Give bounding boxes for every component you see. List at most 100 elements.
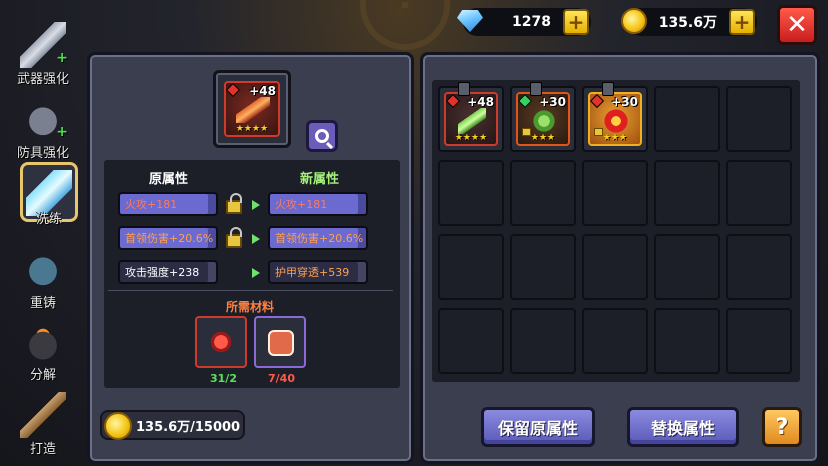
inventory-item: +48 ★★★★ xyxy=(444,92,498,146)
crossbow-icon xyxy=(458,108,486,134)
new-attribute-1: 火攻+181 xyxy=(268,192,368,216)
quality-gem-icon xyxy=(225,82,241,98)
inventory-slot[interactable]: +30 ★★★ xyxy=(510,82,576,152)
equipped-tag-icon xyxy=(458,82,470,96)
inventory-slot[interactable] xyxy=(654,234,720,300)
arrow-right-icon xyxy=(252,234,260,244)
item-level: +30 xyxy=(539,95,566,109)
item-stars: ★★★ xyxy=(530,133,556,143)
red-crystal-icon xyxy=(268,330,294,356)
sun-shield-icon xyxy=(602,108,630,134)
inventory-slot[interactable] xyxy=(726,160,792,226)
original-attributes-title: 原属性 xyxy=(149,172,189,187)
gold-coin-icon xyxy=(619,6,649,36)
sidebar-item-armor-upgrade[interactable]: + 防具强化 xyxy=(4,94,82,172)
hammer-icon xyxy=(20,392,66,438)
inventory-slot[interactable]: +30 ★★★ xyxy=(582,82,648,152)
dragon-weapon-icon xyxy=(530,108,558,134)
original-attribute-1: 火攻+181 xyxy=(118,192,218,216)
crossbow-icon xyxy=(236,97,270,123)
add-gems-button[interactable]: + xyxy=(563,9,589,35)
inventory-slot[interactable] xyxy=(654,160,720,226)
cauldron-icon xyxy=(20,318,66,364)
sidebar-item-label: 洗练 xyxy=(35,212,62,227)
add-gold-button[interactable]: + xyxy=(729,9,755,35)
gem-amount: 1278 xyxy=(512,14,551,30)
selected-item-card: +48 ★★★★ xyxy=(224,81,280,137)
sidebar: + 武器强化 + 防具强化 洗练 重铸 分解 打造 xyxy=(0,20,84,466)
material-count-2: 7/40 xyxy=(268,372,295,385)
gold-coin-icon xyxy=(104,412,132,440)
inventory-slot[interactable] xyxy=(510,160,576,226)
new-attribute-3: 护甲穿透+539 xyxy=(268,260,368,284)
replace-attributes-button[interactable]: 替换属性 xyxy=(627,407,739,447)
close-button[interactable]: ✕ xyxy=(777,5,817,45)
item-level: +48 xyxy=(249,84,276,98)
sidebar-item-weapon-upgrade[interactable]: + 武器强化 xyxy=(4,20,82,98)
new-attribute-2: 首领伤害+20.6% xyxy=(268,226,368,250)
selected-item-slot[interactable]: +48 ★★★★ xyxy=(213,70,291,148)
inventory-slot[interactable] xyxy=(582,160,648,226)
gold-cost: 135.6万/15000 xyxy=(100,410,245,440)
item-stars: ★★★★ xyxy=(235,124,269,134)
upgrade-plus-icon: + xyxy=(56,124,68,140)
sidebar-item-craft[interactable]: 打造 xyxy=(4,390,82,466)
sidebar-item-label: 打造 xyxy=(29,442,56,457)
material-count-1: 31/2 xyxy=(210,372,237,385)
inspect-button[interactable] xyxy=(306,120,338,152)
material-slot-1[interactable] xyxy=(195,316,247,368)
sidebar-item-label: 武器强化 xyxy=(16,72,69,87)
quality-gem-icon xyxy=(517,93,533,109)
inventory-slot[interactable] xyxy=(654,86,720,152)
original-attribute-3: 攻击强度+238 xyxy=(118,260,218,284)
sidebar-item-decompose[interactable]: 分解 xyxy=(4,316,82,394)
item-stars: ★★★ xyxy=(602,133,628,143)
quality-gem-icon xyxy=(445,93,461,109)
sidebar-item-refine[interactable]: 洗练 xyxy=(10,162,88,240)
keep-original-button[interactable]: 保留原属性 xyxy=(481,407,595,447)
item-stars: ★★★★ xyxy=(454,133,488,143)
equipped-tag-icon xyxy=(602,82,614,96)
lock-icon[interactable] xyxy=(226,193,242,214)
equipped-tag-icon xyxy=(530,82,542,96)
materials-title: 所需材料 xyxy=(226,300,275,314)
inventory-slot[interactable] xyxy=(510,308,576,374)
item-level: +48 xyxy=(467,95,494,109)
inventory-slot[interactable] xyxy=(582,234,648,300)
help-button[interactable]: ? xyxy=(762,407,802,447)
inventory-grid: +48 ★★★★ +30 ★★★ +30 ★★★ xyxy=(438,82,792,374)
inventory-slot[interactable] xyxy=(438,308,504,374)
inventory-slot[interactable] xyxy=(726,86,792,152)
gold-amount: 135.6万 xyxy=(658,15,717,31)
original-attribute-2: 首领伤害+20.6% xyxy=(118,226,218,250)
section-divider xyxy=(108,290,393,291)
gem-counter: 1278 + xyxy=(457,8,591,36)
inventory-item: +30 ★★★ xyxy=(588,92,642,146)
diamond-icon xyxy=(455,6,485,36)
upgrade-plus-icon: + xyxy=(56,50,68,66)
inventory-slot[interactable]: +48 ★★★★ xyxy=(438,82,504,152)
sidebar-item-label: 重铸 xyxy=(29,296,56,311)
sidebar-item-label: 分解 xyxy=(29,368,56,383)
gold-counter: 135.6万 + xyxy=(621,8,757,36)
sidebar-item-reforge[interactable]: 重铸 xyxy=(4,244,82,322)
armor-reforge-icon xyxy=(20,246,66,292)
magnifier-icon xyxy=(315,129,329,143)
inventory-slot[interactable] xyxy=(510,234,576,300)
inventory-slot[interactable] xyxy=(438,160,504,226)
inventory-slot[interactable] xyxy=(438,234,504,300)
inventory-slot[interactable] xyxy=(726,234,792,300)
arrow-right-icon xyxy=(252,200,260,210)
inventory-item: +30 ★★★ xyxy=(516,92,570,146)
refine-stone-icon xyxy=(209,330,233,354)
inventory-slot[interactable] xyxy=(582,308,648,374)
new-attributes-title: 新属性 xyxy=(300,172,340,187)
inventory-slot[interactable] xyxy=(654,308,720,374)
material-slot-2[interactable] xyxy=(254,316,306,368)
lock-icon[interactable] xyxy=(226,227,242,248)
sidebar-item-label: 防具强化 xyxy=(16,146,69,161)
gold-cost-value: 135.6万/15000 xyxy=(136,419,241,435)
arrow-right-icon xyxy=(252,268,260,278)
inventory-slot[interactable] xyxy=(726,308,792,374)
item-level: +30 xyxy=(611,95,638,109)
